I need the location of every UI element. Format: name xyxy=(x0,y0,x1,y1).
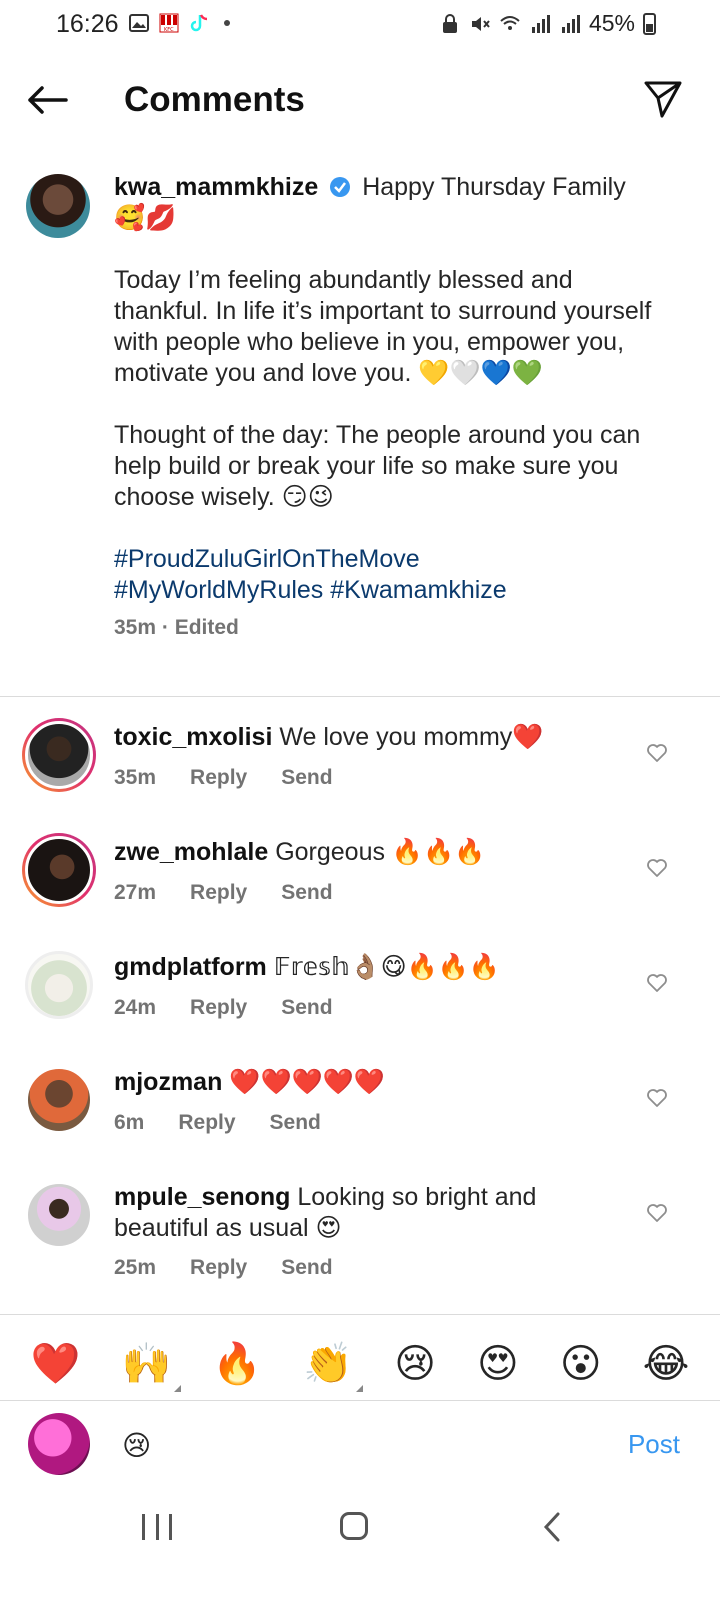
comment-time: 35m xyxy=(114,766,157,789)
comment-meta: 25m Reply Send xyxy=(114,1256,333,1280)
skin-tone-indicator-icon xyxy=(356,1385,364,1392)
comment-text: 𝔽𝕣𝕖𝕤𝕙👌🏽😋🔥🔥🔥 xyxy=(273,953,501,981)
status-bar: 16:26 KFC 45% xyxy=(0,0,720,52)
reply-button[interactable]: Reply xyxy=(178,1111,235,1135)
emoji-clap-button[interactable]: 👏 xyxy=(303,1342,364,1392)
comment-username[interactable]: toxic_mxolisi xyxy=(114,723,272,751)
caption-paragraph: Thought of the day: The people around yo… xyxy=(114,421,641,511)
emoji-laughing-button[interactable]: 😂 xyxy=(643,1342,690,1386)
verified-badge-icon xyxy=(330,177,351,197)
status-notification-icons: KFC xyxy=(128,12,230,34)
share-send-icon[interactable] xyxy=(642,78,684,120)
kfc-icon: KFC xyxy=(159,13,179,33)
emoji-crying-button[interactable]: 😢 xyxy=(394,1342,436,1386)
comment-meta: 35m Reply Send xyxy=(114,766,333,790)
system-nav-bar xyxy=(0,1490,720,1600)
post-comment-button[interactable]: Post xyxy=(628,1429,680,1460)
send-button[interactable]: Send xyxy=(281,996,332,1020)
tiktok-icon xyxy=(190,14,208,32)
svg-text:KFC: KFC xyxy=(164,27,174,33)
comment-username[interactable]: gmdplatform xyxy=(114,953,267,981)
reply-button[interactable]: Reply xyxy=(190,1256,247,1280)
emoji-heart-button[interactable]: ❤️ xyxy=(31,1342,81,1386)
reply-button[interactable]: Reply xyxy=(190,996,247,1020)
post-author-avatar[interactable] xyxy=(26,174,90,238)
caption-body: kwa_mammkhize Happy Thursday Family 🥰💋 T… xyxy=(114,172,654,643)
emoji-surprised-button[interactable]: 😮 xyxy=(560,1342,602,1386)
send-button[interactable]: Send xyxy=(281,881,332,905)
battery-icon xyxy=(643,12,656,35)
back-arrow-icon[interactable] xyxy=(24,80,70,120)
emoji-fire-button[interactable]: 🔥 xyxy=(212,1342,262,1386)
avatar[interactable] xyxy=(22,948,96,1022)
comment-username[interactable]: mpule_senong xyxy=(114,1183,290,1211)
heart-like-icon[interactable] xyxy=(646,1087,668,1109)
post-timestamp: 35m · Edited xyxy=(114,616,239,639)
comment-time: 24m xyxy=(114,996,157,1019)
caption-hashtags[interactable]: #ProudZuluGirlOnTheMove #MyWorldMyRules … xyxy=(114,544,654,606)
mute-icon xyxy=(471,16,490,31)
comment-username[interactable]: zwe_mohlale xyxy=(114,838,268,866)
avatar[interactable] xyxy=(22,833,96,907)
divider xyxy=(0,1314,720,1315)
send-button[interactable]: Send xyxy=(270,1111,321,1135)
dot-icon xyxy=(224,20,230,26)
comment-meta: 27m Reply Send xyxy=(114,881,333,905)
comment-text: Gorgeous 🔥🔥🔥 xyxy=(275,838,486,866)
emoji-heart-eyes-button[interactable]: 😍 xyxy=(477,1342,519,1386)
reply-button[interactable]: Reply xyxy=(190,881,247,905)
divider xyxy=(0,696,720,697)
quick-emoji-bar: ❤️ 🙌 🔥 👏 😢 😍 😮 😂 xyxy=(0,1328,720,1400)
heart-like-icon[interactable] xyxy=(646,1202,668,1224)
send-button[interactable]: Send xyxy=(281,766,332,790)
reply-button[interactable]: Reply xyxy=(190,766,247,790)
comment-text: We love you mommy❤️ xyxy=(279,723,544,751)
comment-input[interactable]: 😢 xyxy=(122,1429,151,1462)
home-icon[interactable] xyxy=(340,1512,368,1540)
comment-username[interactable]: mjozman xyxy=(114,1068,222,1096)
avatar[interactable] xyxy=(22,1063,96,1137)
comment-time: 6m xyxy=(114,1111,145,1134)
comment-composer: 😢 Post xyxy=(0,1400,720,1490)
current-user-avatar xyxy=(28,1413,90,1475)
heart-like-icon[interactable] xyxy=(646,857,668,879)
caption-paragraph: Today I’m feeling abundantly blessed and… xyxy=(114,266,652,387)
skin-tone-indicator-icon xyxy=(174,1385,182,1392)
emoji-raised-hands-button[interactable]: 🙌 xyxy=(121,1342,182,1392)
status-time: 16:26 xyxy=(56,10,119,38)
comment-time: 27m xyxy=(114,881,157,904)
comment-meta: 24m Reply Send xyxy=(114,996,333,1020)
wifi-icon xyxy=(500,15,520,30)
signal-icon xyxy=(561,14,580,33)
gallery-icon xyxy=(129,14,149,32)
lock-icon xyxy=(442,13,457,33)
comment-meta: 6m Reply Send xyxy=(114,1111,321,1135)
recent-apps-icon[interactable] xyxy=(142,1514,172,1542)
avatar[interactable] xyxy=(22,718,96,792)
post-author-username[interactable]: kwa_mammkhize xyxy=(114,173,318,201)
page-title: Comments xyxy=(124,80,305,119)
nav-back-icon[interactable] xyxy=(540,1510,564,1544)
comment-time: 25m xyxy=(114,1256,157,1279)
heart-like-icon[interactable] xyxy=(646,972,668,994)
signal-icon xyxy=(531,14,550,33)
comments-header: Comments xyxy=(0,60,720,140)
send-button[interactable]: Send xyxy=(281,1256,332,1280)
status-system-icons: 45% xyxy=(439,10,656,37)
battery-percent: 45% xyxy=(588,10,635,36)
avatar[interactable] xyxy=(22,1178,96,1252)
heart-like-icon[interactable] xyxy=(646,742,668,764)
caption-first-line: kwa_mammkhize Happy Thursday Family 🥰💋 xyxy=(114,172,654,234)
comment-text: ❤️❤️❤️❤️❤️ xyxy=(229,1068,385,1096)
